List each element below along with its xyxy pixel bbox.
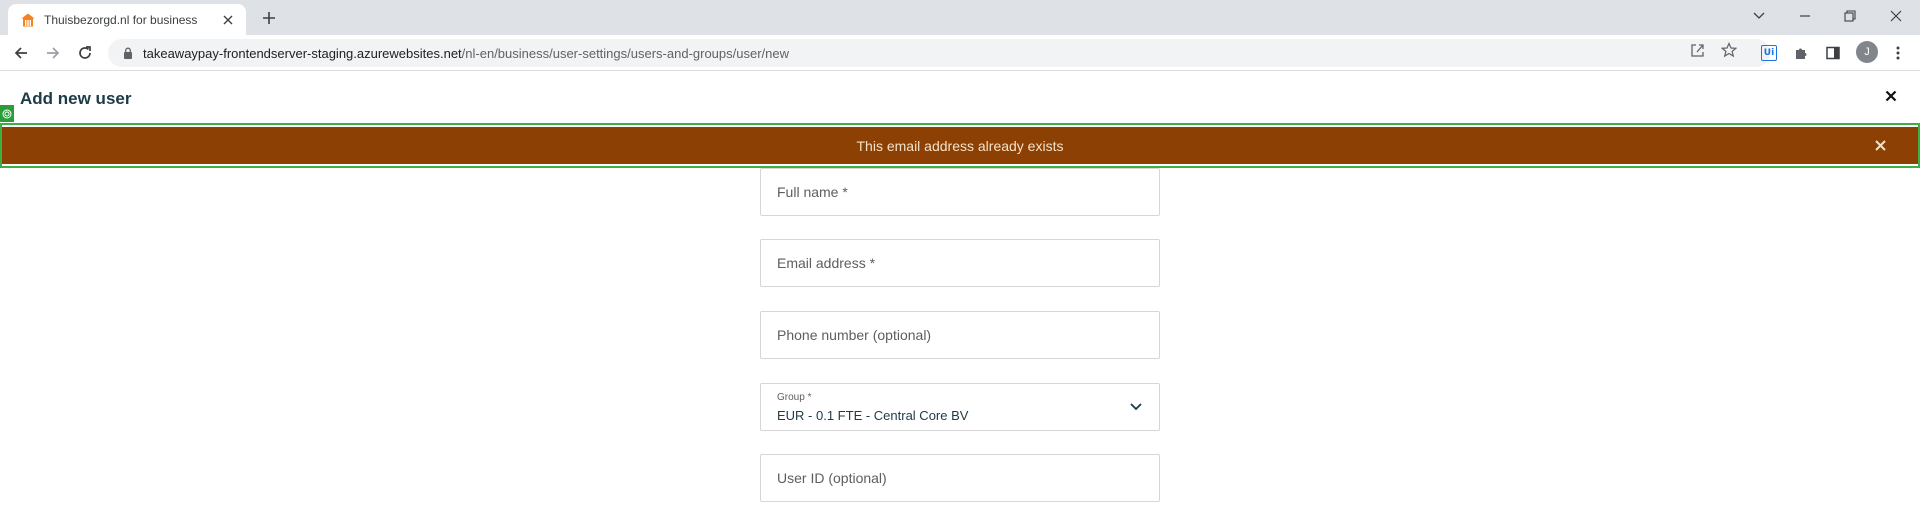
group-select[interactable]: Group * EUR - 0.1 FTE - Central Core BV — [760, 383, 1160, 431]
close-icon[interactable] — [1882, 87, 1900, 105]
full-name-field[interactable]: Full name * — [760, 168, 1160, 216]
group-value: EUR - 0.1 FTE - Central Core BV — [777, 408, 969, 423]
lock-icon — [124, 47, 132, 59]
forward-icon[interactable] — [42, 42, 64, 64]
address-bar[interactable]: takeawaypay-frontendserver-staging.azure… — [108, 39, 1770, 67]
browser-tabstrip: Thuisbezorgd.nl for business — [0, 0, 1920, 35]
tab-close-icon[interactable] — [220, 12, 236, 28]
share-icon[interactable] — [1689, 41, 1707, 59]
profile-avatar[interactable]: J — [1856, 41, 1878, 63]
url-text: takeawaypay-frontendserver-staging.azure… — [143, 46, 789, 61]
browser-tab[interactable]: Thuisbezorgd.nl for business — [8, 4, 246, 35]
thuisbezorgd-favicon — [21, 13, 35, 26]
url-path: /nl-en/business/user-settings/users-and-… — [461, 45, 790, 61]
extensions-icon[interactable] — [1791, 43, 1811, 63]
side-panel-icon[interactable] — [1823, 43, 1843, 63]
back-icon[interactable] — [10, 42, 32, 64]
alert-message: This email address already exists — [856, 137, 1064, 154]
tab-search-icon[interactable] — [1747, 4, 1771, 28]
user-id-placeholder: User ID (optional) — [777, 470, 887, 486]
uipath-badge: Ui — [1761, 45, 1777, 61]
email-field[interactable]: Email address * — [760, 239, 1160, 287]
group-label: Group * — [777, 392, 812, 403]
phone-field[interactable]: Phone number (optional) — [760, 311, 1160, 359]
window-close-icon[interactable] — [1884, 4, 1908, 28]
url-host: takeawaypay-frontendserver-staging.azure… — [143, 45, 462, 61]
phone-placeholder: Phone number (optional) — [777, 327, 932, 343]
browser-toolbar: takeawaypay-frontendserver-staging.azure… — [0, 35, 1920, 71]
page-title: Add new user — [20, 89, 132, 108]
user-id-field[interactable]: User ID (optional) — [760, 454, 1160, 502]
alert-close-icon[interactable] — [1872, 137, 1888, 153]
reload-icon[interactable] — [74, 42, 96, 64]
kebab-menu-icon[interactable] — [1888, 43, 1908, 63]
recorder-target-icon — [0, 105, 14, 122]
email-placeholder: Email address * — [777, 255, 876, 271]
full-name-placeholder: Full name * — [777, 184, 848, 200]
uipath-extension-icon[interactable]: Ui — [1759, 43, 1779, 63]
minimize-icon[interactable] — [1793, 4, 1817, 28]
tab-title: Thuisbezorgd.nl for business — [44, 12, 198, 27]
new-tab-icon[interactable] — [258, 7, 280, 29]
error-alert-banner: This email address already exists — [2, 127, 1918, 164]
restore-icon[interactable] — [1838, 4, 1862, 28]
chevron-down-icon — [1130, 403, 1142, 411]
star-icon[interactable] — [1720, 41, 1738, 59]
